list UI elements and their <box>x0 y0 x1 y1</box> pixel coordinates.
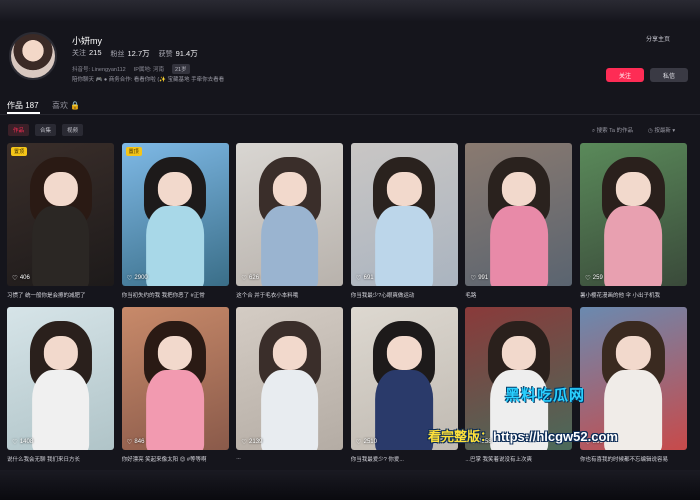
video-thumbnail[interactable]: ♡ 1408 <box>7 307 114 450</box>
video-caption[interactable]: ...巴掌 我笑着说没有上次爽 <box>465 455 572 463</box>
video-card[interactable]: ♡ 846 你好漂亮 笑起来像太阳 😊 #等等啊 <box>121 307 229 470</box>
heart-icon: ♡ <box>470 275 477 282</box>
video-card[interactable]: 置顶 ♡ 2900 你当初失约的我 我把你恶了 #正常 <box>121 143 229 307</box>
heart-icon: ♡ <box>126 275 133 282</box>
heart-icon: ♡ <box>12 275 18 282</box>
like-count-value: 846 <box>134 439 145 445</box>
profile-stats: 关注 215 粉丝 12.7万 获赞 91.4万 <box>72 48 198 59</box>
stat-followers[interactable]: 粉丝 12.7万 <box>111 48 150 59</box>
pinned-badge: 置顶 <box>11 147 28 156</box>
heart-icon: ♡ <box>241 439 248 446</box>
like-count: ♡ 406 <box>12 274 30 282</box>
tab-works[interactable]: 作品 187 <box>7 100 39 111</box>
profile-meta: 抖音号: Linengyan112 IP属地: 河南 21岁 <box>72 64 190 74</box>
video-card[interactable]: ♡ 626 这个合 并于毛衣小本料哦 <box>236 143 344 307</box>
video-grid: 置顶 ♡ 406 习惯了 统一般你是会擦的减肥了 置顶 ♡ 2900 你当初失约的我 我把你恶… <box>7 143 687 470</box>
video-thumbnail[interactable]: ♡ 691 <box>350 143 458 286</box>
heart-icon: ♡ <box>355 439 362 446</box>
search-works-input[interactable]: ⌕ 搜索 Ta 的作品 <box>592 126 633 135</box>
profile-name: 小妍my <box>72 36 102 46</box>
share-profile-button[interactable]: 分享主页 <box>646 34 670 43</box>
stat-likes: 获赞 91.4万 <box>158 49 198 58</box>
video-thumbnail[interactable]: ♡ 991 <box>465 143 573 286</box>
pinned-badge: 置顶 <box>125 147 142 156</box>
heart-icon: ♡ <box>584 275 591 282</box>
video-card[interactable]: ♡ 2139... <box>236 307 344 470</box>
watermark-url: 看完整版：https://hlcgw52.com <box>428 429 618 444</box>
video-caption[interactable]: 你当初失约的我 我把你恶了 #正常 <box>122 291 229 299</box>
like-count-value: 991 <box>478 275 489 281</box>
profile-ip: IP属地: 河南 <box>133 67 164 73</box>
video-thumbnail[interactable]: ♡ 259 <box>579 143 687 286</box>
tab-likes[interactable]: 喜欢 🔒 <box>52 100 80 111</box>
like-count: ♡ 1408 <box>12 438 33 446</box>
video-caption[interactable]: 暑小樱花漫画的他 伞 小出子机我 <box>580 291 687 299</box>
video-card[interactable]: ♡ 2510 你当我最爱少? 你爱... <box>350 307 458 470</box>
like-count-value: 2510 <box>363 439 377 445</box>
video-card[interactable]: ♡ 991 毛路 <box>465 143 573 307</box>
sort-dropdown[interactable]: ◷ 按最新 ▾ <box>648 126 675 134</box>
video-card[interactable]: 置顶 ♡ 406 习惯了 统一般你是会擦的减肥了 <box>7 143 114 307</box>
video-thumbnail[interactable]: 置顶 ♡ 406 <box>7 143 114 286</box>
video-thumbnail[interactable]: ♡ 2139 <box>236 307 344 450</box>
video-thumbnail[interactable]: 置顶 ♡ 2900 <box>121 143 229 286</box>
like-count: ♡ 991 <box>470 274 488 282</box>
video-card[interactable]: ♡ 259 暑小樱花漫画的他 伞 小出子机我 <box>579 143 687 307</box>
like-count-value: 2900 <box>134 275 148 281</box>
video-card[interactable]: ♡ 866 你也有喜我的时候都不忘编辑说容易 <box>579 307 687 470</box>
like-count-value: 406 <box>19 275 30 281</box>
video-caption[interactable]: ... <box>236 455 343 461</box>
video-caption[interactable]: 你当我最爱少? 你爱... <box>351 455 458 463</box>
like-count: ♡ 2510 <box>356 438 377 446</box>
chip-collections[interactable]: 合集 <box>35 124 57 136</box>
follow-button[interactable]: 关注 <box>606 68 644 82</box>
video-caption[interactable]: 毛路 <box>465 291 572 299</box>
tabs-divider <box>0 114 700 115</box>
message-button[interactable]: 私信 <box>650 68 688 82</box>
age-badge: 21岁 <box>171 64 190 74</box>
like-count: ♡ 691 <box>356 274 374 282</box>
chip-works[interactable]: 作品 <box>8 124 30 136</box>
video-card[interactable]: ♡ 691 你当我最少?心眼爽做运动 <box>350 143 458 307</box>
video-caption[interactable]: 习惯了 统一般你是会擦的减肥了 <box>7 291 114 299</box>
heart-icon: ♡ <box>355 275 362 282</box>
profile-screen: 小妍my 关注 215 粉丝 12.7万 获赞 91.4万 抖音号: Linengya… <box>0 22 700 470</box>
like-count-value: 626 <box>249 275 260 281</box>
stat-following[interactable]: 关注 215 <box>72 48 102 59</box>
like-count: ♡ 2900 <box>127 274 148 282</box>
like-count: ♡ 626 <box>241 274 259 282</box>
video-thumbnail[interactable]: ♡ 626 <box>236 143 344 286</box>
like-count: ♡ 2139 <box>241 438 262 446</box>
like-count-value: 691 <box>363 275 374 281</box>
like-count-value: 1408 <box>19 439 34 445</box>
like-count: ♡ 846 <box>127 438 145 446</box>
heart-icon: ♡ <box>241 275 248 282</box>
video-card[interactable]: ♡ 1408 说什么我会无聊 我们来日方长 <box>7 307 114 470</box>
watermark-logo: 黑料吃瓜网 <box>505 387 586 404</box>
like-count: ♡ 259 <box>585 274 603 282</box>
filter-chips: 作品 合集 视频 <box>8 124 84 136</box>
video-caption[interactable]: 说什么我会无聊 我们来日方长 <box>7 455 114 463</box>
video-caption[interactable]: 这个合 并于毛衣小本料哦 <box>236 291 343 299</box>
like-count-value: 2139 <box>249 439 263 445</box>
video-caption[interactable]: 你好漂亮 笑起来像太阳 😊 #等等啊 <box>122 455 229 463</box>
chip-videos[interactable]: 视频 <box>62 124 84 136</box>
heart-icon: ♡ <box>12 439 18 446</box>
profile-id: 抖音号: Linengyan112 <box>72 67 126 73</box>
like-count-value: 259 <box>592 275 603 281</box>
video-caption[interactable]: 你也有喜我的时候都不忘编辑说容易 <box>580 455 687 463</box>
video-caption[interactable]: 你当我最少?心眼爽做运动 <box>351 291 458 299</box>
heart-icon: ♡ <box>126 439 133 446</box>
bottom-bezel <box>0 470 700 500</box>
video-thumbnail[interactable]: ♡ 846 <box>121 307 229 450</box>
profile-bio: 陪你聊天 🎮 ● 商务合作: 看看你啦 (✨ 宝藏基地 手牵你去看看 <box>72 77 225 83</box>
avatar[interactable] <box>9 32 57 80</box>
top-bezel <box>0 0 700 22</box>
